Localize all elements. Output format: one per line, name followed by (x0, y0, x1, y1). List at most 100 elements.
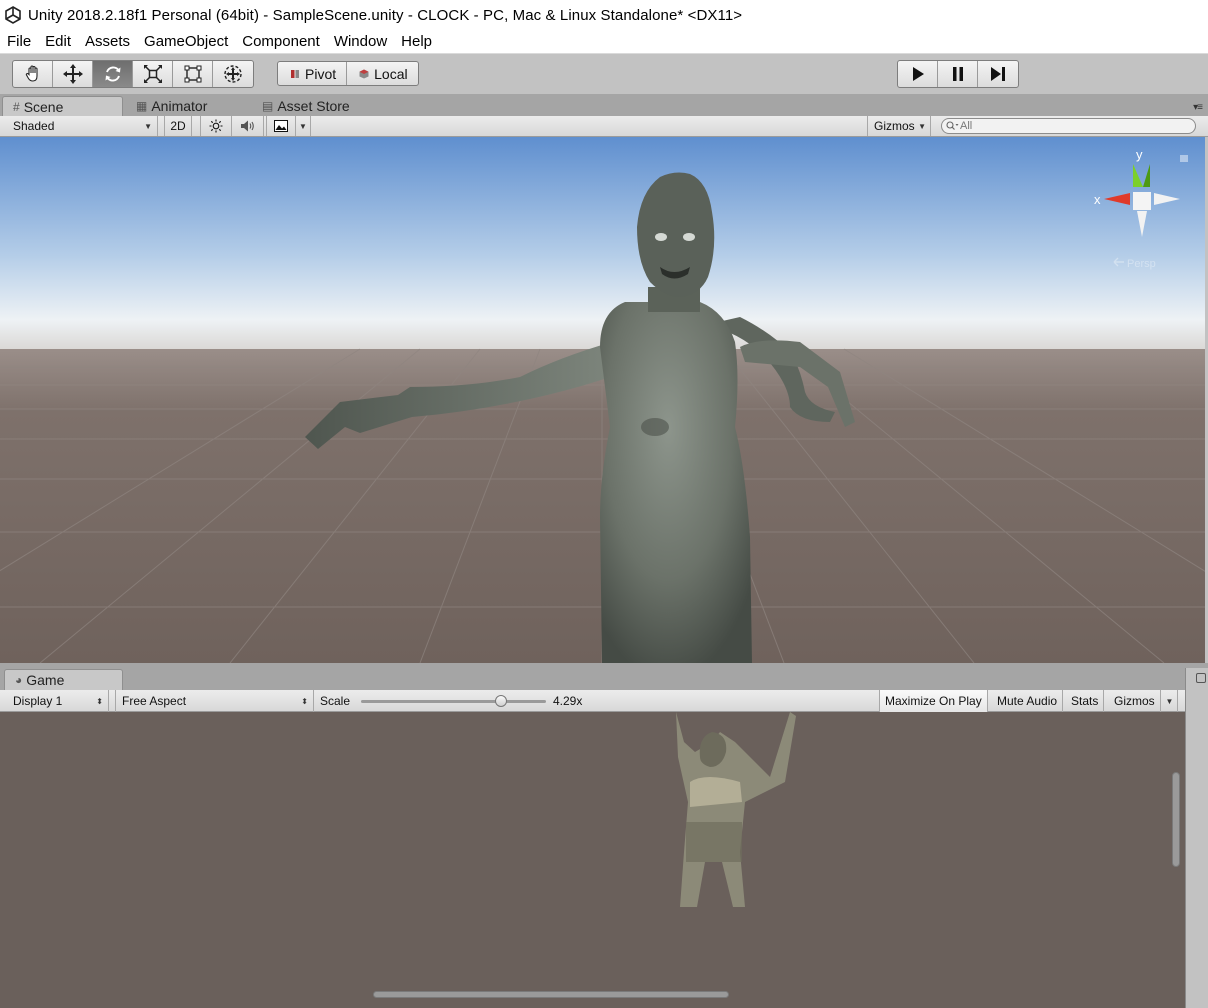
shading-mode-dropdown[interactable]: Shaded ▼ (0, 116, 158, 136)
scene-viewport[interactable]: y x Persp (0, 137, 1205, 663)
scale-value: 4.29x (553, 694, 583, 708)
scene-control-bar: Shaded ▼ 2D ▼ Gizmos ▼ All (0, 116, 1208, 137)
gizmo-y-label: y (1136, 147, 1143, 162)
chevron-down-icon: ▼ (918, 121, 926, 131)
aspect-dropdown[interactable]: Free Aspect ⬍ (115, 690, 314, 712)
hand-icon (25, 65, 38, 82)
display-dropdown[interactable]: Display 1 ⬍ (0, 690, 109, 712)
game-gizmos-dropdown[interactable]: ▼ (1162, 690, 1178, 712)
local-label: Local (374, 65, 408, 82)
tab-scene-label: Scene (23, 98, 64, 115)
title-bar: Unity 2018.2.18f1 Personal (64bit) - Sam… (0, 0, 1208, 30)
sun-icon (209, 119, 223, 133)
2d-label: 2D (170, 119, 186, 133)
skybox (0, 137, 1205, 352)
pivot-label: Pivot (305, 65, 337, 82)
tab-asset-store-label: Asset Store (277, 98, 350, 114)
maximize-on-play-label: Maximize On Play (885, 694, 982, 708)
scene-gizmos-dropdown[interactable]: Gizmos ▼ (867, 116, 931, 136)
tab-asset-store[interactable]: ▤ Asset Store (252, 96, 382, 116)
maximize-on-play-toggle[interactable]: Maximize On Play (879, 690, 988, 712)
display-value: Display 1 (13, 694, 63, 708)
scale-slider-track[interactable] (361, 700, 546, 703)
pivot-toggle-group: Pivot Local (277, 61, 419, 86)
local-button[interactable]: Local (347, 62, 417, 85)
shading-mode-value: Shaded (13, 119, 55, 133)
chevron-down-icon: ▼ (144, 121, 152, 131)
pause-button[interactable] (938, 61, 978, 87)
main-toolbar: Pivot Local (0, 55, 1208, 93)
tab-game[interactable]: ◕ Game (4, 669, 123, 690)
game-control-bar: Display 1 ⬍ Free Aspect ⬍ Scale 4.29x Ma… (0, 690, 1185, 712)
game-viewport[interactable] (0, 712, 1185, 1008)
lock-icon[interactable] (1180, 155, 1188, 162)
game-gizmos-toggle[interactable]: Gizmos (1109, 690, 1161, 712)
chevron-down-icon: ▼ (299, 121, 307, 131)
tab-animator-label: Animator (151, 98, 208, 114)
menu-file[interactable]: File (0, 30, 38, 54)
projection-label[interactable]: Persp (1127, 258, 1156, 270)
hand-tool-button[interactable] (13, 61, 53, 87)
menu-gameobject[interactable]: GameObject (137, 30, 235, 54)
move-tool-button[interactable] (53, 61, 93, 87)
menu-help[interactable]: Help (394, 30, 439, 54)
step-icon (991, 67, 1005, 81)
cube-icon (359, 69, 369, 78)
scale-slider-thumb[interactable] (494, 695, 507, 707)
move-arrows-icon (62, 64, 83, 84)
unity-logo-icon (2, 4, 24, 26)
game-gizmos-label: Gizmos (1114, 694, 1155, 708)
scene-tab-strip: # Scene ▦ Animator ▤ Asset Store ▾≡ (0, 94, 1208, 116)
mute-audio-toggle[interactable]: Mute Audio (992, 690, 1064, 712)
audio-toggle-button[interactable] (232, 116, 264, 136)
transform-tool-group (12, 60, 254, 88)
scale-label: Scale (320, 694, 351, 708)
menu-component[interactable]: Component (235, 30, 327, 54)
grid-icon: # (13, 99, 20, 114)
scene-search-input[interactable]: All (941, 118, 1196, 134)
speaker-icon (240, 120, 254, 132)
game-tab-strip: ◕ Game ▾≡ (0, 668, 1197, 690)
panel-edge-icon (1196, 673, 1206, 683)
scale-icon (143, 65, 162, 83)
stats-toggle[interactable]: Stats (1066, 690, 1105, 712)
scale-readout: 4.29x (553, 690, 582, 712)
game-vertical-scrollbar[interactable] (1172, 772, 1180, 867)
transform-tool-button[interactable] (213, 61, 253, 87)
search-icon (946, 121, 959, 130)
pause-icon (952, 67, 963, 81)
updown-arrows-icon: ⬍ (96, 696, 103, 706)
chevron-down-icon: ▼ (1165, 696, 1174, 706)
pivot-button[interactable]: Pivot (278, 62, 348, 85)
scale-control: Scale (320, 690, 350, 712)
rotate-tool-button[interactable] (93, 61, 133, 87)
menu-bar: File Edit Assets GameObject Component Wi… (0, 30, 1208, 54)
play-icon (912, 67, 924, 81)
scene-gizmos-label: Gizmos (874, 119, 915, 133)
window-title: Unity 2018.2.18f1 Personal (64bit) - Sam… (28, 6, 743, 24)
lighting-toggle-button[interactable] (200, 116, 232, 136)
rect-tool-button[interactable] (173, 61, 213, 87)
step-button[interactable] (978, 61, 1018, 87)
right-panel-edge (1185, 668, 1208, 1008)
combined-transform-icon (224, 65, 242, 83)
game-controller-icon: ◕ (15, 673, 23, 687)
2d-toggle-button[interactable]: 2D (164, 116, 192, 136)
menu-window[interactable]: Window (327, 30, 394, 54)
mute-audio-label: Mute Audio (997, 694, 1058, 708)
updown-arrows-icon: ⬍ (301, 696, 308, 706)
tab-animator[interactable]: ▦ Animator (126, 96, 251, 116)
rect-transform-icon (184, 65, 201, 83)
menu-assets[interactable]: Assets (78, 30, 137, 54)
effects-dropdown[interactable]: ▼ (296, 116, 311, 136)
play-controls (897, 60, 1019, 88)
scale-tool-button[interactable] (133, 61, 173, 87)
panel-menu-icon[interactable]: ▾≡ (1193, 102, 1203, 113)
tab-scene[interactable]: # Scene (2, 96, 123, 116)
animator-icon: ▦ (136, 99, 148, 113)
effects-toggle-button[interactable] (266, 116, 296, 136)
game-character-render (676, 712, 796, 907)
play-button[interactable] (898, 61, 938, 87)
game-horizontal-scrollbar[interactable] (373, 991, 729, 998)
menu-edit[interactable]: Edit (38, 30, 78, 54)
